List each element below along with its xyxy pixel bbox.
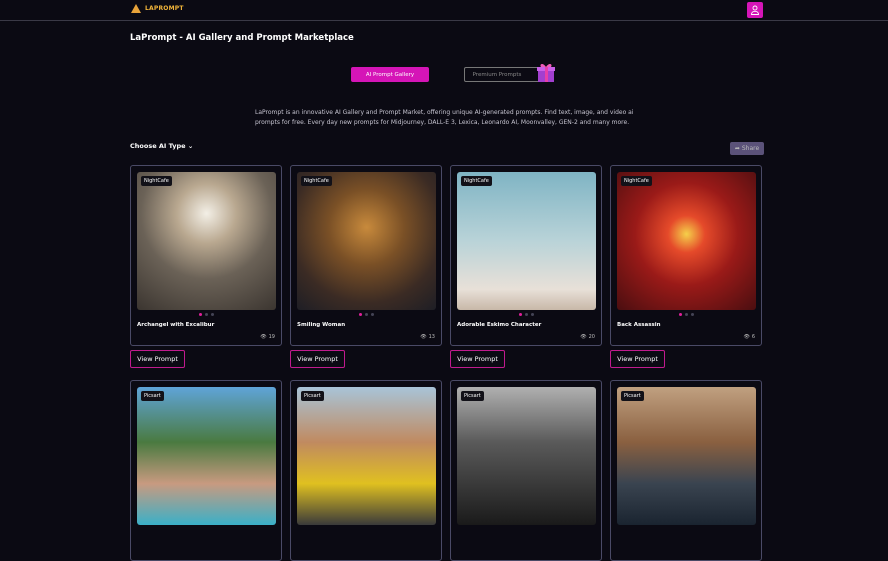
carousel-dot[interactable] (364, 313, 368, 316)
card-title: Smiling Woman (297, 322, 346, 328)
prompt-image[interactable]: NightCafe (457, 172, 596, 310)
carousel-dot[interactable] (358, 313, 362, 316)
view-count: 👁 6 (743, 334, 755, 340)
eye-icon: 👁 (580, 334, 587, 340)
view-count: 👁 20 (580, 334, 595, 340)
ai-type-badge: NightCafe (301, 176, 332, 186)
ai-type-badge: Picsart (621, 391, 644, 401)
share-button[interactable]: ➦ Share (730, 142, 764, 155)
carousel-dots (131, 313, 281, 316)
share-icon: ➦ (734, 145, 740, 152)
tab-premium-prompts[interactable]: Premium Prompts (464, 67, 542, 82)
ai-type-badge: NightCafe (461, 176, 492, 186)
prompt-card[interactable]: NightCafe Back Assassin 👁 6 (610, 165, 762, 346)
ai-type-badge: NightCafe (621, 176, 652, 186)
carousel-dot[interactable] (530, 313, 534, 316)
prompt-image[interactable]: NightCafe (297, 172, 436, 310)
carousel-dot[interactable] (684, 313, 688, 316)
view-count: 👁 19 (260, 334, 275, 340)
user-button[interactable] (747, 2, 763, 18)
description: LaPrompt is an innovative AI Gallery and… (255, 109, 634, 126)
user-icon (751, 5, 759, 15)
tab-ai-prompt-gallery[interactable]: AI Prompt Gallery (351, 67, 429, 82)
prompt-image[interactable]: Picsart (137, 387, 276, 525)
gift-icon (537, 63, 555, 82)
chevron-down-icon: ⌄ (187, 142, 194, 150)
page-title: LaPrompt - AI Gallery and Prompt Marketp… (130, 33, 354, 43)
carousel-dot[interactable] (204, 313, 208, 316)
carousel-dot[interactable] (210, 313, 214, 316)
prompt-card[interactable]: Picsart (290, 380, 442, 561)
carousel-dot[interactable] (198, 313, 202, 316)
ai-type-badge: Picsart (301, 391, 324, 401)
prompt-card[interactable]: Picsart (610, 380, 762, 561)
prompt-image[interactable]: NightCafe (137, 172, 276, 310)
card-title: Adorable Eskimo Character (457, 322, 542, 328)
prompt-card[interactable]: Picsart (450, 380, 602, 561)
prompt-image[interactable]: Picsart (617, 387, 756, 525)
prompt-image[interactable]: Picsart (457, 387, 596, 525)
prompt-card[interactable]: Picsart (130, 380, 282, 561)
eye-icon: 👁 (743, 334, 750, 340)
carousel-dot[interactable] (690, 313, 694, 316)
carousel-dot[interactable] (370, 313, 374, 316)
carousel-dots (291, 313, 441, 316)
carousel-dot[interactable] (518, 313, 522, 316)
view-prompt-button[interactable]: View Prompt (130, 350, 185, 368)
prompt-image[interactable]: Picsart (297, 387, 436, 525)
view-prompt-button[interactable]: View Prompt (450, 350, 505, 368)
ai-type-badge: Picsart (461, 391, 484, 401)
view-count: 👁 13 (420, 334, 435, 340)
eye-icon: 👁 (260, 334, 267, 340)
prompt-card[interactable]: NightCafe Smiling Woman 👁 13 (290, 165, 442, 346)
view-prompt-button[interactable]: View Prompt (610, 350, 665, 368)
view-prompt-button[interactable]: View Prompt (290, 350, 345, 368)
prompt-card[interactable]: NightCafe Archangel with Excalibur 👁 19 (130, 165, 282, 346)
ai-type-badge: Picsart (141, 391, 164, 401)
card-title: Archangel with Excalibur (137, 322, 215, 328)
logo-icon (131, 4, 141, 13)
ai-type-badge: NightCafe (141, 176, 172, 186)
carousel-dot[interactable] (678, 313, 682, 316)
logo[interactable]: LAPROMPT (131, 4, 184, 13)
card-title: Back Assassin (617, 322, 661, 328)
ai-type-dropdown[interactable]: Choose AI Type ⌄ (130, 142, 193, 150)
prompt-image[interactable]: NightCafe (617, 172, 756, 310)
eye-icon: 👁 (420, 334, 427, 340)
carousel-dots (451, 313, 601, 316)
top-bar: LAPROMPT (0, 0, 888, 21)
prompt-card[interactable]: NightCafe Adorable Eskimo Character 👁 20 (450, 165, 602, 346)
carousel-dots (611, 313, 761, 316)
carousel-dot[interactable] (524, 313, 528, 316)
